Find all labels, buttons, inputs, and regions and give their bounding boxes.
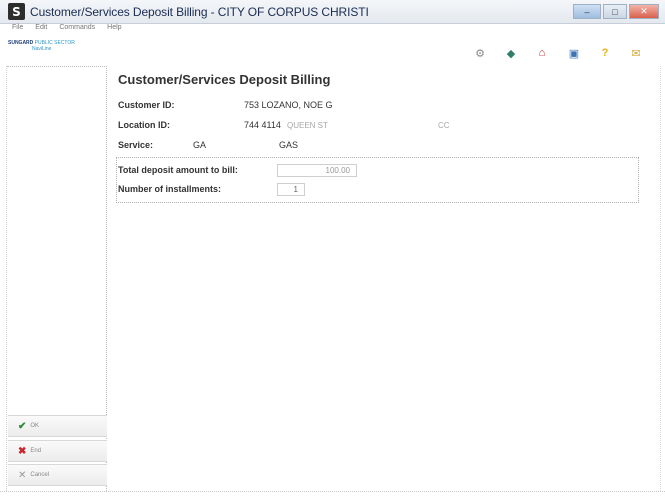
menu-file[interactable]: File (12, 24, 23, 37)
location-suffix: CC (438, 121, 450, 130)
customer-id-label: Customer ID: (118, 100, 175, 110)
brand-logo: SUNGARD PUBLIC SECTOR NaviLine (8, 40, 75, 52)
brand-product: NaviLine (32, 46, 52, 52)
cancel-label: Cancel (30, 472, 50, 478)
location-id-value: 744 4114 (244, 120, 281, 130)
customer-id-value: 753 LOZANO, NOE G (244, 100, 333, 110)
content-border (660, 66, 661, 491)
toolbar: ⚙ ◆ ⌂ ▣ ? ✉ (465, 46, 665, 66)
home-icon[interactable]: ⌂ (535, 46, 549, 60)
deposit-box (116, 157, 639, 203)
end-button[interactable]: ✖ End (8, 440, 107, 462)
close-button[interactable]: ✕ (629, 4, 659, 19)
menu-edit[interactable]: Edit (35, 24, 47, 37)
check-icon: ✔ (18, 420, 27, 432)
menu-commands[interactable]: Commands (59, 24, 95, 37)
maximize-button[interactable]: □ (603, 4, 627, 19)
help-icon[interactable]: ? (598, 46, 612, 60)
panel-divider (7, 66, 107, 67)
mail-icon[interactable]: ✉ (629, 46, 643, 60)
bottom-border (0, 491, 665, 492)
cancel-button[interactable]: ✕ Cancel (8, 464, 107, 486)
title-bar: S Customer/Services Deposit Billing - CI… (0, 0, 665, 24)
minimize-button[interactable]: – (573, 4, 601, 19)
location-street: QUEEN ST (287, 121, 328, 130)
service-label: Service: (118, 140, 154, 150)
deposit-amount-label: Total deposit amount to bill: (118, 165, 238, 175)
gear-icon[interactable]: ⚙ (473, 46, 487, 60)
service-name: GAS (279, 140, 299, 150)
location-id-label: Location ID: (118, 120, 170, 130)
window-controls: – □ ✕ (573, 4, 659, 19)
ok-label: OK (30, 423, 40, 429)
installments-label: Number of installments: (118, 184, 222, 194)
page-title: Customer/Services Deposit Billing (118, 72, 331, 87)
window-title: Customer/Services Deposit Billing - CITY… (30, 4, 369, 19)
deposit-amount-input[interactable]: 100.00 (277, 164, 357, 177)
end-icon: ✖ (18, 445, 27, 457)
ok-button[interactable]: ✔ OK (8, 415, 107, 437)
print-icon[interactable]: ▣ (567, 46, 581, 60)
app-icon: S (8, 3, 25, 20)
menu-help[interactable]: Help (107, 24, 121, 37)
end-label: End (30, 448, 42, 454)
brand-name: SUNGARD (8, 40, 34, 46)
left-panel: ✔ OK ✖ End ✕ Cancel (6, 66, 107, 491)
service-code: GA (193, 140, 207, 150)
refresh-icon[interactable]: ◆ (504, 46, 518, 60)
installments-input[interactable]: 1 (277, 183, 305, 196)
menu-bar: File Edit Commands Help (0, 24, 122, 37)
cancel-icon: ✕ (18, 469, 27, 481)
